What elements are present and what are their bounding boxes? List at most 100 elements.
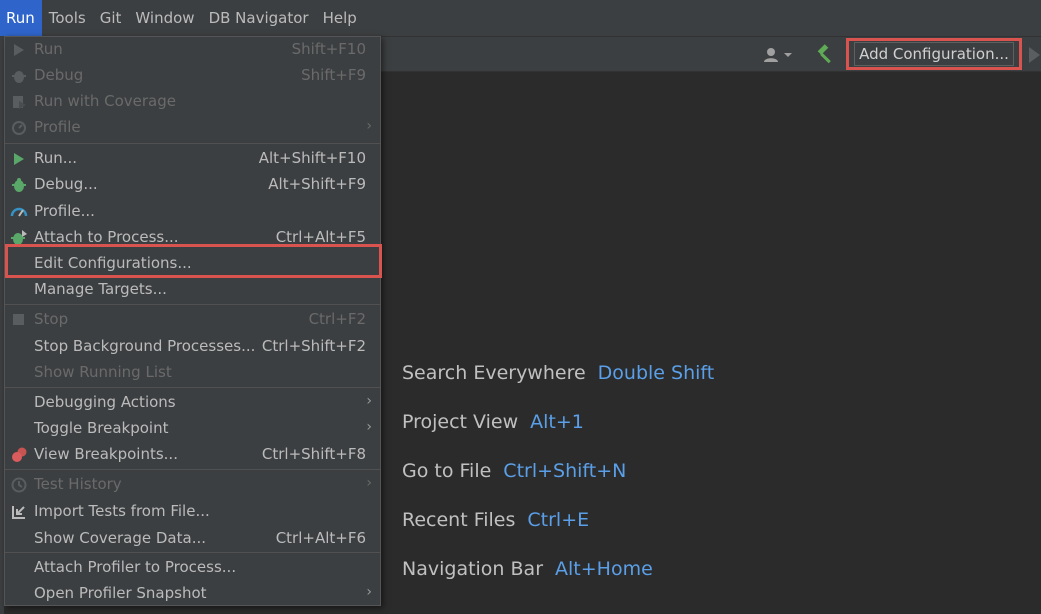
menu-item-test-history[interactable]: Test History › <box>5 472 380 498</box>
menu-item-label: Profile... <box>34 202 95 220</box>
menu-item-label: Profile <box>34 118 81 136</box>
menu-item-attach-to-process[interactable]: Attach to Process... Ctrl+Alt+F5 <box>5 225 380 251</box>
chevron-right-icon: › <box>366 419 372 435</box>
menu-item-label: Show Running List <box>34 363 172 381</box>
menu-item-label: Stop <box>34 310 69 328</box>
menu-item-toggle-breakpoint[interactable]: Toggle Breakpoint › <box>5 416 380 442</box>
hint-shortcut: Ctrl+Shift+N <box>503 460 627 482</box>
menu-item-import-tests[interactable]: Import Tests from File... <box>5 499 380 525</box>
menu-item-run-disabled[interactable]: Run Shift+F10 <box>5 37 380 63</box>
editor-hints: Search Everywhere Double Shift Project V… <box>402 362 714 607</box>
hint-label: Navigation Bar <box>402 558 544 580</box>
run-toolbar-button[interactable] <box>1028 46 1041 64</box>
chevron-right-icon: › <box>366 475 372 491</box>
hint-label: Go to File <box>402 460 492 482</box>
hint-shortcut: Ctrl+E <box>527 509 590 531</box>
run-menu-dropdown: Run Shift+F10 Debug Shift+F9 Run with Co… <box>4 36 382 607</box>
hint-go-to-file: Go to File Ctrl+Shift+N <box>402 460 714 509</box>
hint-project-view: Project View Alt+1 <box>402 411 714 460</box>
hint-search-everywhere: Search Everywhere Double Shift <box>402 362 714 411</box>
menu-run[interactable]: Run <box>0 0 42 36</box>
menu-item-label: Edit Configurations... <box>34 254 192 272</box>
menu-item-shortcut: Alt+Shift+F9 <box>268 175 366 193</box>
stop-icon <box>13 314 24 325</box>
menu-item-debug-disabled[interactable]: Debug Shift+F9 <box>5 63 380 89</box>
menu-item-debug-dialog[interactable]: Debug... Alt+Shift+F9 <box>5 172 380 198</box>
menu-item-label: Run <box>34 40 63 58</box>
menu-item-shortcut: Ctrl+Shift+F8 <box>261 445 366 463</box>
menu-item-edit-configurations[interactable]: Edit Configurations... <box>5 251 380 277</box>
menu-separator <box>5 387 380 388</box>
menu-item-label: Debug <box>34 66 84 84</box>
menu-item-open-profiler-snapshot[interactable]: Open Profiler Snapshot › <box>5 581 380 607</box>
user-dropdown-button[interactable] <box>763 45 795 65</box>
menu-item-label: Attach Profiler to Process... <box>34 558 237 576</box>
menu-item-label: Show Coverage Data... <box>34 529 206 547</box>
user-icon <box>764 48 778 62</box>
menu-item-label: Stop Background Processes... <box>34 337 256 355</box>
menu-item-stop[interactable]: Stop Ctrl+F2 <box>5 307 380 333</box>
hint-label: Recent Files <box>402 509 516 531</box>
menu-item-label: Import Tests from File... <box>34 502 210 520</box>
hammer-icon <box>817 44 831 64</box>
menu-item-label: Test History <box>34 475 122 493</box>
menu-item-profile-submenu[interactable]: Profile › <box>5 115 380 141</box>
menu-item-run-with-coverage[interactable]: Run with Coverage <box>5 89 380 115</box>
play-icon <box>1029 47 1040 63</box>
chevron-right-icon: › <box>366 118 372 134</box>
menu-item-shortcut: Shift+F9 <box>301 66 366 84</box>
menu-db-navigator[interactable]: DB Navigator <box>202 0 316 36</box>
chevron-down-icon <box>784 53 792 57</box>
menu-item-run-dialog[interactable]: Run... Alt+Shift+F10 <box>5 146 380 172</box>
hint-navigation-bar: Navigation Bar Alt+Home <box>402 558 714 607</box>
menu-item-view-breakpoints[interactable]: View Breakpoints... Ctrl+Shift+F8 <box>5 442 380 468</box>
menu-item-stop-background[interactable]: Stop Background Processes... Ctrl+Shift+… <box>5 334 380 360</box>
hint-recent-files: Recent Files Ctrl+E <box>402 509 714 558</box>
menu-separator <box>5 469 380 470</box>
menu-help[interactable]: Help <box>316 0 364 36</box>
import-icon <box>12 506 25 519</box>
menu-separator <box>5 304 380 305</box>
hint-label: Search Everywhere <box>402 362 586 384</box>
menu-item-manage-targets[interactable]: Manage Targets... <box>5 277 380 303</box>
menu-window[interactable]: Window <box>128 0 201 36</box>
menu-item-label: Open Profiler Snapshot <box>34 584 207 602</box>
chevron-right-icon: › <box>366 393 372 409</box>
menu-tools[interactable]: Tools <box>42 0 93 36</box>
breakpoints-icon <box>12 447 27 462</box>
menu-item-show-running-list[interactable]: Show Running List <box>5 360 380 386</box>
menu-item-label: Toggle Breakpoint <box>34 419 169 437</box>
menu-git[interactable]: Git <box>93 0 129 36</box>
menu-item-shortcut: Ctrl+F2 <box>308 310 366 328</box>
add-configuration-button[interactable]: Add Configuration... <box>854 42 1014 66</box>
menu-item-attach-profiler[interactable]: Attach Profiler to Process... <box>5 555 380 581</box>
menu-item-label: Attach to Process... <box>34 228 179 246</box>
hint-shortcut: Alt+Home <box>555 558 653 580</box>
menu-item-label: Run with Coverage <box>34 92 176 110</box>
menu-item-shortcut: Ctrl+Alt+F5 <box>275 228 366 246</box>
menu-item-shortcut: Alt+Shift+F10 <box>258 149 366 167</box>
hint-shortcut: Alt+1 <box>530 411 584 433</box>
debug-icon <box>12 178 26 192</box>
menu-item-label: Debugging Actions <box>34 393 176 411</box>
profile-icon <box>12 121 26 135</box>
menu-bar: Run Tools Git Window DB Navigator Help <box>0 0 1041 36</box>
coverage-icon <box>13 96 26 109</box>
build-button[interactable] <box>815 44 837 66</box>
menu-item-label: View Breakpoints... <box>34 445 178 463</box>
add-configuration-highlight: Add Configuration... <box>846 38 1022 70</box>
menu-separator <box>5 143 380 144</box>
chevron-right-icon: › <box>366 584 372 600</box>
menu-item-label: Manage Targets... <box>34 280 167 298</box>
menu-item-label: Debug... <box>34 175 98 193</box>
menu-item-label: Run... <box>34 149 78 167</box>
menu-item-show-coverage-data[interactable]: Show Coverage Data... Ctrl+Alt+F6 <box>5 526 380 552</box>
menu-item-debugging-actions[interactable]: Debugging Actions › <box>5 390 380 416</box>
attach-debug-icon <box>11 230 27 245</box>
hint-shortcut: Double Shift <box>597 362 715 384</box>
menu-item-profile-dialog[interactable]: Profile... <box>5 199 380 225</box>
hint-label: Project View <box>402 411 519 433</box>
run-icon <box>14 44 24 56</box>
menu-item-shortcut: Ctrl+Shift+F2 <box>261 337 366 355</box>
history-icon <box>11 477 27 493</box>
